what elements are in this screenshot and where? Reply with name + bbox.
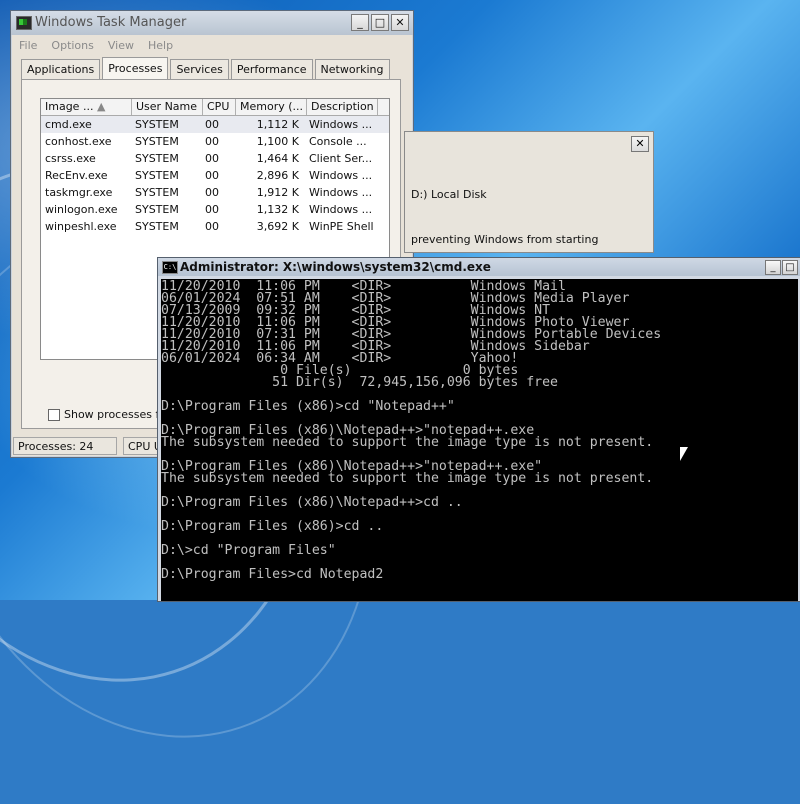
process-memory: 1,112 K <box>256 118 299 131</box>
cmd-app-icon: C:\ <box>162 261 178 274</box>
process-row[interactable]: taskmgr.exe SYSTEM 00 1,912 K Windows ... <box>41 184 389 201</box>
process-memory: 1,100 K <box>256 135 299 148</box>
process-description: Windows ... <box>309 169 373 182</box>
column-cpu[interactable]: CPU <box>203 99 236 115</box>
process-row[interactable]: cmd.exe SYSTEM 00 1,112 K Windows ... <box>41 116 389 133</box>
menu-view[interactable]: View <box>108 39 134 52</box>
sort-arrow-icon: ▲ <box>96 100 106 113</box>
tab-networking[interactable]: Networking <box>314 59 390 79</box>
process-image-name: RecEnv.exe <box>45 169 108 182</box>
process-description: Console ... <box>309 135 367 148</box>
process-description: Client Ser... <box>309 152 373 165</box>
task-manager-titlebar[interactable]: Windows Task Manager _ □ ✕ <box>11 11 413 35</box>
process-row[interactable]: RecEnv.exe SYSTEM 00 2,896 K Windows ... <box>41 167 389 184</box>
process-memory: 1,464 K <box>256 152 299 165</box>
tab-applications[interactable]: Applications <box>21 59 101 79</box>
process-image-name: conhost.exe <box>45 135 112 148</box>
show-all-processes-checkbox[interactable] <box>48 408 60 421</box>
task-manager-menubar: File Options View Help <box>11 35 413 55</box>
status-processes-count: Processes: 24 <box>13 437 117 455</box>
process-user-name: SYSTEM <box>135 203 179 216</box>
process-image-name: winlogon.exe <box>45 203 118 216</box>
process-cpu: 00 <box>205 203 219 216</box>
process-list-header: Image ... ▲ User Name CPU Memory (... De… <box>41 99 389 116</box>
close-button[interactable]: ✕ <box>391 14 409 31</box>
process-memory: 1,132 K <box>256 203 299 216</box>
process-row[interactable]: conhost.exe SYSTEM 00 1,100 K Console ... <box>41 133 389 150</box>
process-image-name: taskmgr.exe <box>45 186 113 199</box>
process-user-name: SYSTEM <box>135 220 179 233</box>
process-cpu: 00 <box>205 169 219 182</box>
process-cpu: 00 <box>205 186 219 199</box>
column-user-name[interactable]: User Name <box>132 99 203 115</box>
tab-services[interactable]: Services <box>170 59 229 79</box>
console-output[interactable]: 11/20/2010 11:06 PM <DIR> Windows Mail 0… <box>161 279 798 601</box>
process-rows: cmd.exe SYSTEM 00 1,112 K Windows ... conhost… <box>41 116 389 235</box>
mouse-pointer-icon <box>680 447 696 461</box>
column-image-name-label: Image ... <box>45 100 94 113</box>
process-cpu: 00 <box>205 220 219 233</box>
process-row[interactable]: csrss.exe SYSTEM 00 1,464 K Client Ser... <box>41 150 389 167</box>
dialog-close-button[interactable]: ✕ <box>631 136 649 152</box>
tab-performance[interactable]: Performance <box>230 59 313 79</box>
process-memory: 3,692 K <box>256 220 299 233</box>
process-image-name: cmd.exe <box>45 118 92 131</box>
menu-help[interactable]: Help <box>148 39 173 52</box>
minimize-button[interactable]: _ <box>351 14 369 31</box>
process-cpu: 00 <box>205 135 219 148</box>
task-manager-app-icon <box>16 16 32 30</box>
dialog-disk-label: D:) Local Disk <box>411 188 487 201</box>
process-memory: 1,912 K <box>256 186 299 199</box>
process-memory: 2,896 K <box>256 169 299 182</box>
process-description: WinPE Shell <box>309 220 374 233</box>
maximize-button[interactable]: □ <box>371 14 389 31</box>
column-description[interactable]: Description <box>307 99 378 115</box>
process-image-name: winpeshl.exe <box>45 220 117 233</box>
process-description: Windows ... <box>309 186 373 199</box>
process-user-name: SYSTEM <box>135 152 179 165</box>
column-memory[interactable]: Memory (... <box>236 99 307 115</box>
process-row[interactable]: winpeshl.exe SYSTEM 00 3,692 K WinPE Shell <box>41 218 389 235</box>
recovery-dialog-window: ✕ D:) Local Disk preventing Windows from… <box>404 131 654 253</box>
task-manager-tabs: Applications Processes Services Performa… <box>21 57 392 79</box>
cmd-titlebar[interactable]: C:\ Administrator: X:\windows\system32\c… <box>158 258 800 276</box>
cmd-maximize-button[interactable]: □ <box>782 260 798 275</box>
tab-processes[interactable]: Processes <box>102 57 169 79</box>
console-text: 11/20/2010 11:06 PM <DIR> Windows Mail 0… <box>161 279 662 582</box>
task-manager-title: Windows Task Manager <box>35 15 187 30</box>
dialog-description: preventing Windows from starting <box>411 233 599 246</box>
process-user-name: SYSTEM <box>135 186 179 199</box>
process-user-name: SYSTEM <box>135 135 179 148</box>
menu-file[interactable]: File <box>19 39 37 52</box>
process-row[interactable]: winlogon.exe SYSTEM 00 1,132 K Windows ... <box>41 201 389 218</box>
process-cpu: 00 <box>205 152 219 165</box>
cmd-minimize-button[interactable]: _ <box>765 260 781 275</box>
process-image-name: csrss.exe <box>45 152 96 165</box>
process-user-name: SYSTEM <box>135 118 179 131</box>
cmd-window: C:\ Administrator: X:\windows\system32\c… <box>157 257 800 602</box>
cmd-title: Administrator: X:\windows\system32\cmd.e… <box>180 260 491 274</box>
process-user-name: SYSTEM <box>135 169 179 182</box>
process-description: Windows ... <box>309 118 373 131</box>
process-cpu: 00 <box>205 118 219 131</box>
column-image-name[interactable]: Image ... ▲ <box>41 99 132 115</box>
process-description: Windows ... <box>309 203 373 216</box>
menu-options[interactable]: Options <box>51 39 93 52</box>
